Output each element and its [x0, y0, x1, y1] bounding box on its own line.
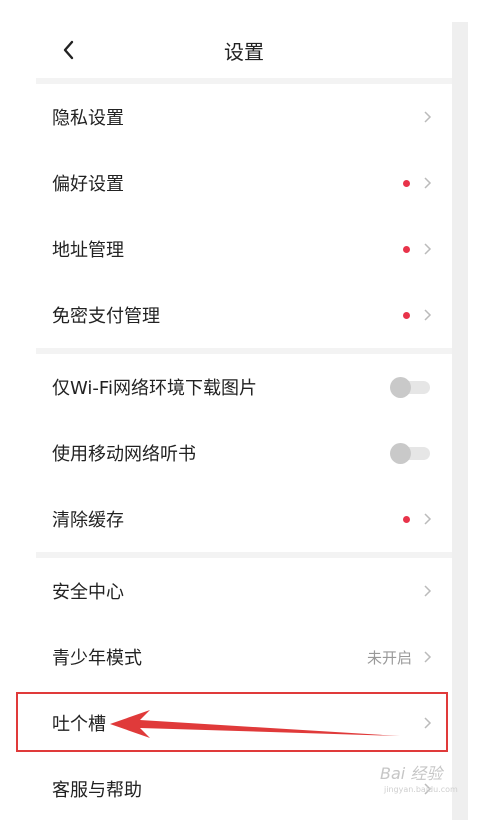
notification-dot [403, 311, 410, 319]
settings-screen: 设置 隐私设置 偏好设置 地址管理 免密支付管理 仅Wi-Fi网络环境下载图片 [16, 22, 452, 820]
notification-dot [403, 179, 410, 187]
settings-row-security-center[interactable]: 安全中心 [36, 558, 452, 624]
settings-section-network: 仅Wi-Fi网络环境下载图片 使用移动网络听书 清除缓存 [36, 354, 452, 552]
wifi-images-toggle[interactable] [390, 377, 432, 398]
row-label: 仅Wi-Fi网络环境下载图片 [52, 378, 257, 399]
settings-row-mobile-audiobook: 使用移动网络听书 [36, 420, 452, 486]
teen-mode-status: 未开启 [366, 648, 412, 667]
row-label: 使用移动网络听书 [52, 444, 196, 465]
row-label: 清除缓存 [52, 510, 124, 531]
toggle-knob [390, 377, 411, 398]
settings-section-account: 隐私设置 偏好设置 地址管理 免密支付管理 [36, 84, 452, 348]
settings-row-clear-cache[interactable]: 清除缓存 [36, 486, 452, 552]
chevron-right-icon [424, 111, 432, 123]
row-label: 客服与帮助 [52, 780, 142, 801]
row-label: 吐个槽 [52, 714, 106, 735]
row-label: 青少年模式 [52, 648, 142, 669]
settings-row-privacy[interactable]: 隐私设置 [36, 84, 452, 150]
row-label: 偏好设置 [52, 174, 124, 195]
notification-dot [403, 245, 410, 253]
settings-row-wifi-images: 仅Wi-Fi网络环境下载图片 [36, 354, 452, 420]
mobile-audiobook-toggle[interactable] [390, 443, 432, 464]
chevron-right-icon [424, 309, 432, 321]
chevron-right-icon [424, 717, 432, 729]
chevron-right-icon [424, 177, 432, 189]
chevron-right-icon [424, 585, 432, 597]
baidu-watermark: Bai 经验 jingyan.baidu.com [380, 766, 458, 794]
watermark-sub: jingyan.baidu.com [384, 785, 458, 794]
notification-dot [403, 515, 410, 523]
settings-row-feedback[interactable]: 吐个槽 [16, 690, 452, 756]
settings-row-password-free-pay[interactable]: 免密支付管理 [36, 282, 452, 348]
chevron-left-icon [63, 40, 74, 60]
settings-row-address[interactable]: 地址管理 [36, 216, 452, 282]
back-button[interactable] [52, 34, 84, 66]
settings-row-preferences[interactable]: 偏好设置 [36, 150, 452, 216]
header-bar: 设置 [36, 22, 452, 78]
toggle-knob [390, 443, 411, 464]
row-label: 地址管理 [52, 240, 124, 261]
chevron-right-icon [424, 513, 432, 525]
page-title: 设置 [224, 39, 264, 64]
watermark-main: Bai 经验 [380, 764, 443, 783]
row-label: 安全中心 [52, 582, 124, 603]
settings-row-teen-mode[interactable]: 青少年模式 未开启 [36, 624, 452, 690]
row-label: 免密支付管理 [52, 306, 160, 327]
chevron-right-icon [424, 651, 432, 663]
row-label: 隐私设置 [52, 108, 124, 129]
chevron-right-icon [424, 243, 432, 255]
background-strip [452, 22, 468, 820]
